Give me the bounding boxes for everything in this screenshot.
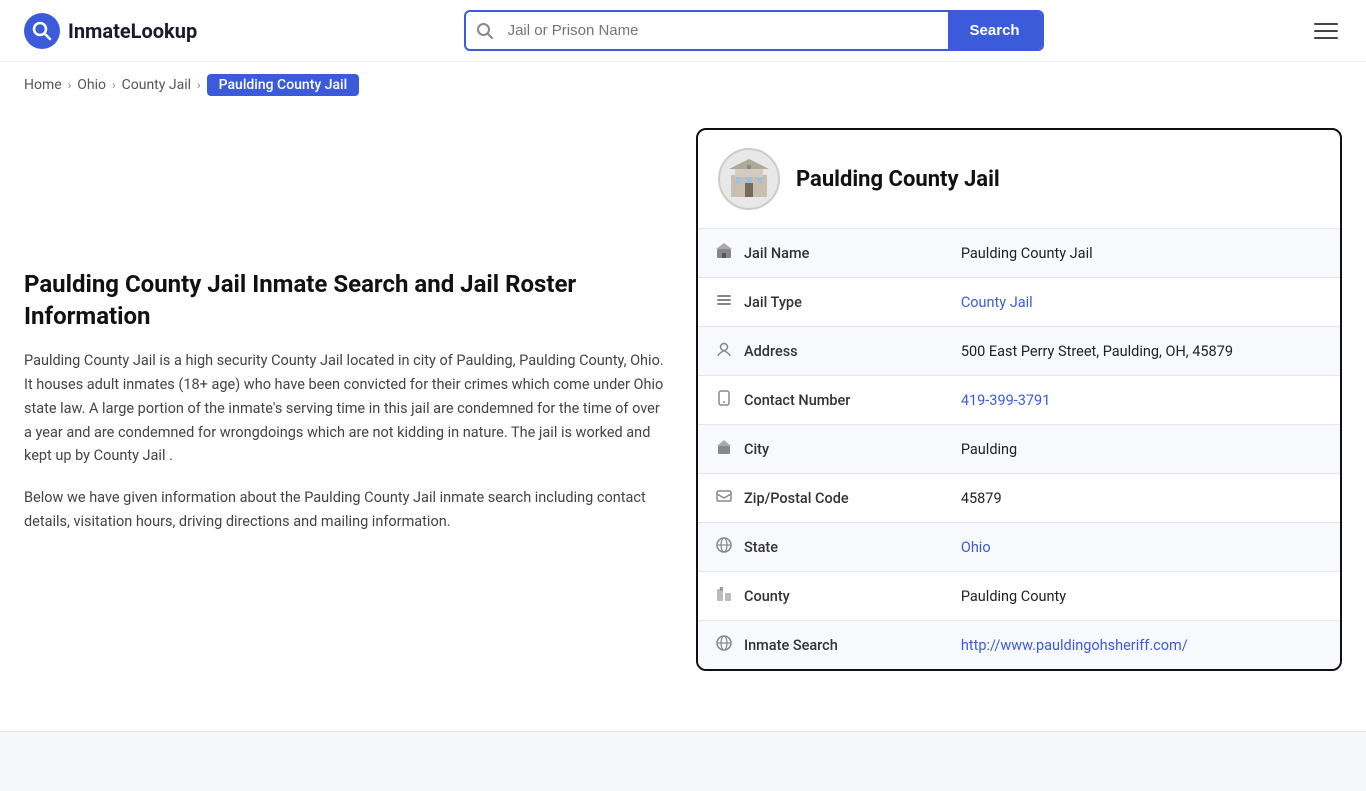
row-label-cell: County bbox=[698, 572, 888, 620]
row-label: County bbox=[744, 588, 790, 605]
breadcrumb-current: Paulding County Jail bbox=[207, 74, 360, 96]
row-label: City bbox=[744, 441, 769, 458]
search-button[interactable]: Search bbox=[948, 12, 1042, 49]
address-icon bbox=[714, 340, 734, 362]
row-value[interactable]: County Jail bbox=[945, 278, 1340, 327]
left-column: Paulding County Jail Inmate Search and J… bbox=[24, 128, 664, 671]
row-link[interactable]: Ohio bbox=[961, 539, 991, 556]
breadcrumb-sep3: › bbox=[197, 78, 201, 92]
logo-text: InmateLookup bbox=[68, 19, 197, 43]
row-value: 45879 bbox=[945, 474, 1340, 523]
state-icon bbox=[714, 536, 734, 558]
breadcrumb-type[interactable]: County Jail bbox=[122, 77, 191, 93]
row-label-cell: Address bbox=[698, 327, 888, 375]
table-row: City Paulding bbox=[698, 425, 1340, 474]
row-label-cell: Contact Number bbox=[698, 376, 888, 424]
row-label: Jail Name bbox=[744, 245, 809, 262]
row-value: 500 East Perry Street, Paulding, OH, 458… bbox=[945, 327, 1340, 376]
row-label: Zip/Postal Code bbox=[744, 490, 849, 507]
type-icon bbox=[714, 291, 734, 313]
table-row: Address 500 East Perry Street, Paulding, … bbox=[698, 327, 1340, 376]
card-title: Paulding County Jail bbox=[796, 167, 1000, 192]
page-description2: Below we have given information about th… bbox=[24, 486, 664, 534]
breadcrumb-sep1: › bbox=[68, 78, 72, 92]
row-value: Paulding County bbox=[945, 572, 1340, 621]
search-icon bbox=[466, 22, 504, 40]
row-value[interactable]: Ohio bbox=[945, 523, 1340, 572]
page-description1: Paulding County Jail is a high security … bbox=[24, 349, 664, 469]
table-row: Zip/Postal Code 45879 bbox=[698, 474, 1340, 523]
zip-icon bbox=[714, 487, 734, 509]
row-value[interactable]: http://www.pauldingohsheriff.com/ bbox=[945, 621, 1340, 670]
table-row: Jail Type County Jail bbox=[698, 278, 1340, 327]
jail-icon bbox=[714, 242, 734, 264]
row-value: Paulding County Jail bbox=[945, 229, 1340, 278]
info-card: Paulding County Jail Jail Name Paulding C… bbox=[696, 128, 1342, 671]
row-label: Contact Number bbox=[744, 392, 850, 409]
row-label: Address bbox=[744, 343, 798, 360]
row-label-cell: State bbox=[698, 523, 888, 571]
footer-bar bbox=[0, 731, 1366, 791]
phone-icon bbox=[714, 389, 734, 411]
web-icon bbox=[714, 634, 734, 656]
page-title: Paulding County Jail Inmate Search and J… bbox=[24, 268, 664, 333]
breadcrumb-state[interactable]: Ohio bbox=[77, 77, 106, 93]
main-content: Paulding County Jail Inmate Search and J… bbox=[0, 108, 1366, 711]
row-value[interactable]: 419-399-3791 bbox=[945, 376, 1340, 425]
row-label-cell: Jail Name bbox=[698, 229, 888, 277]
row-link[interactable]: County Jail bbox=[961, 294, 1033, 311]
table-row: Contact Number 419-399-3791 bbox=[698, 376, 1340, 425]
row-link[interactable]: http://www.pauldingohsheriff.com/ bbox=[961, 637, 1188, 654]
row-label-cell: Inmate Search bbox=[698, 621, 888, 669]
row-label-cell: Jail Type bbox=[698, 278, 888, 326]
logo[interactable]: InmateLookup bbox=[24, 13, 197, 49]
row-label: Inmate Search bbox=[744, 637, 838, 654]
logo-icon bbox=[24, 13, 60, 49]
table-row: County Paulding County bbox=[698, 572, 1340, 621]
search-bar: Search bbox=[464, 10, 1044, 51]
breadcrumb-sep2: › bbox=[112, 78, 116, 92]
row-label: State bbox=[744, 539, 778, 556]
right-column: Paulding County Jail Jail Name Paulding C… bbox=[696, 128, 1342, 671]
card-header: Paulding County Jail bbox=[698, 130, 1340, 229]
hamburger-line1 bbox=[1314, 23, 1338, 25]
row-label: Jail Type bbox=[744, 294, 802, 311]
hamburger-line3 bbox=[1314, 37, 1338, 39]
info-table: Jail Name Paulding County Jail Jail Type Co… bbox=[698, 229, 1340, 669]
breadcrumb: Home › Ohio › County Jail › Paulding Cou… bbox=[0, 62, 1366, 108]
row-label-cell: Zip/Postal Code bbox=[698, 474, 888, 522]
table-row: State Ohio bbox=[698, 523, 1340, 572]
table-row: Jail Name Paulding County Jail bbox=[698, 229, 1340, 278]
jail-avatar bbox=[718, 148, 780, 210]
breadcrumb-home[interactable]: Home bbox=[24, 77, 62, 93]
header: InmateLookup Search bbox=[0, 0, 1366, 62]
hamburger-line2 bbox=[1314, 30, 1338, 32]
row-link[interactable]: 419-399-3791 bbox=[961, 392, 1051, 409]
county-icon bbox=[714, 585, 734, 607]
row-label-cell: City bbox=[698, 425, 888, 473]
city-icon bbox=[714, 438, 734, 460]
table-row: Inmate Search http://www.pauldingohsherif… bbox=[698, 621, 1340, 670]
row-value: Paulding bbox=[945, 425, 1340, 474]
search-input[interactable] bbox=[504, 12, 948, 49]
hamburger-menu[interactable] bbox=[1310, 19, 1342, 43]
